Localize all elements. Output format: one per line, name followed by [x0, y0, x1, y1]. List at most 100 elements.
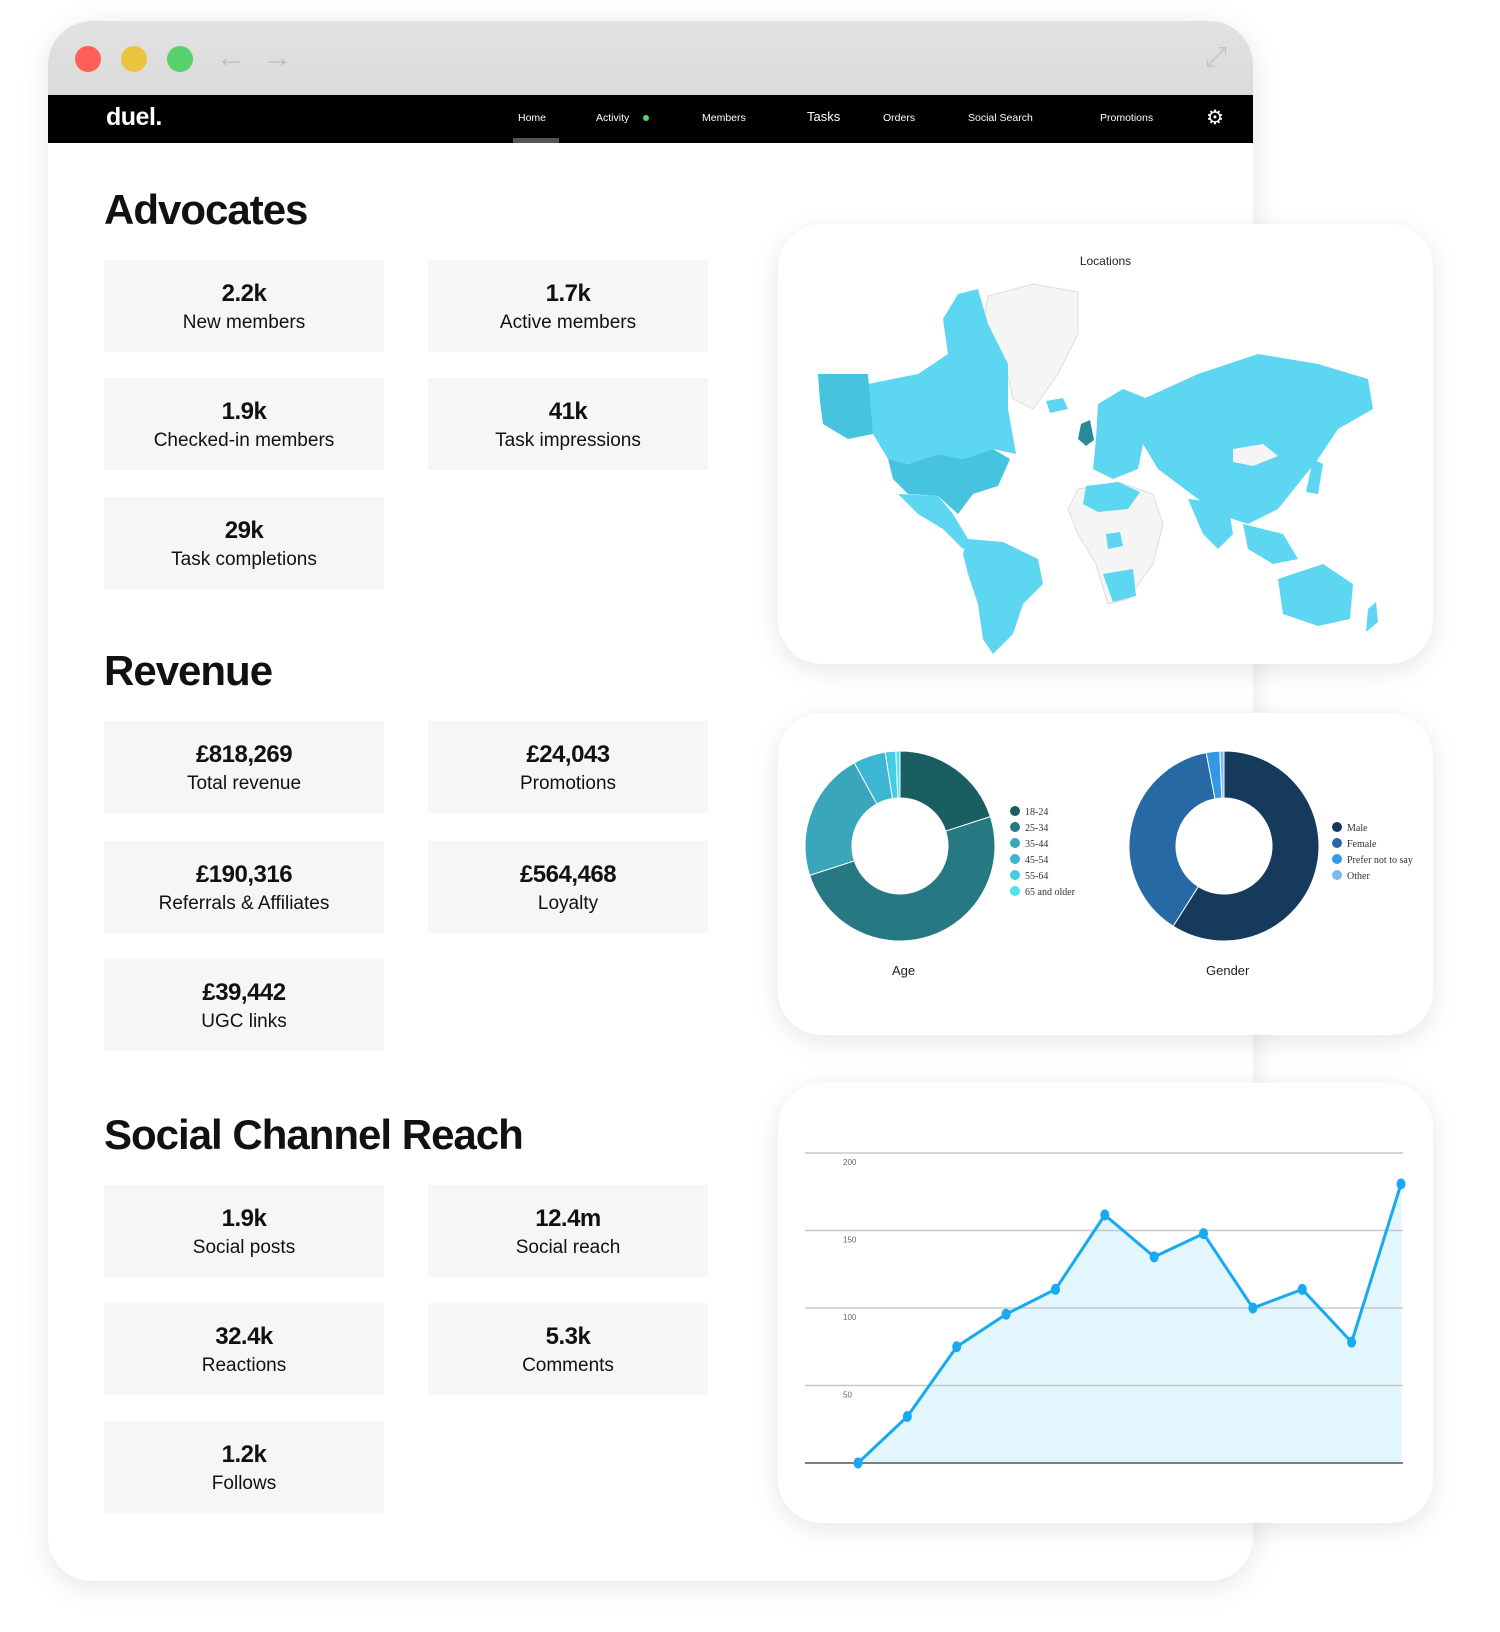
stat-label: New members: [182, 312, 306, 333]
legend-label: 18-24: [1025, 807, 1049, 818]
stat-label: Task impressions: [495, 430, 641, 451]
legend-label: Female: [1347, 839, 1377, 850]
stat-value: 32.4k: [215, 1323, 273, 1350]
legend-label: 35-44: [1025, 839, 1049, 850]
title-bar: ← → ⤢: [48, 21, 1253, 95]
stat-card: 32.4k Reactions: [104, 1303, 384, 1395]
stat-card: 5.3k Comments: [428, 1303, 708, 1395]
map-region-south-america: [963, 539, 1043, 654]
gender-legend: Male Female Prefer not to say Other: [1332, 821, 1413, 885]
stat-label: Loyalty: [537, 893, 599, 914]
maximize-window-button[interactable]: [167, 46, 193, 72]
stat-value: £190,316: [195, 861, 293, 888]
legend-item: 25-34: [1010, 821, 1075, 837]
duel-logo[interactable]: duel.: [106, 103, 162, 132]
gender-chart-title: Gender: [1206, 963, 1250, 978]
stat-label: Follows: [211, 1473, 277, 1494]
stat-card: £818,269 Total revenue: [104, 721, 384, 813]
minimize-window-button[interactable]: [121, 46, 147, 72]
legend-label: 45-54: [1025, 855, 1049, 866]
world-map[interactable]: [778, 224, 1433, 664]
legend-swatch-65-older: [1010, 886, 1020, 896]
legend-swatch-55-64: [1010, 870, 1020, 880]
data-point[interactable]: [1396, 1178, 1406, 1190]
close-window-button[interactable]: [75, 46, 101, 72]
forward-arrow-icon[interactable]: →: [262, 41, 292, 75]
legend-label: 55-64: [1025, 871, 1049, 882]
stat-label: Referrals & Affiliates: [158, 893, 330, 914]
map-region-asia: [1143, 354, 1373, 524]
stat-value: 1.2k: [221, 1441, 267, 1468]
nav-home[interactable]: Home: [518, 112, 546, 124]
stat-label: UGC links: [201, 1011, 287, 1032]
map-region-se-asia: [1243, 524, 1298, 564]
legend-label: Prefer not to say: [1347, 855, 1413, 866]
settings-gear-icon[interactable]: ⚙: [1206, 105, 1224, 130]
data-point[interactable]: [1297, 1283, 1307, 1295]
data-point[interactable]: [853, 1457, 863, 1469]
legend-item: Other: [1332, 869, 1413, 885]
stat-label: Task completions: [171, 549, 317, 570]
data-point[interactable]: [1199, 1228, 1209, 1240]
legend-item: 55-64: [1010, 869, 1075, 885]
map-region-new-zealand: [1366, 602, 1378, 632]
legend-swatch-25-34: [1010, 822, 1020, 832]
nav-activity-label: Activity: [596, 112, 630, 124]
stat-card: 12.4m Social reach: [428, 1185, 708, 1277]
stat-card: 2.2k New members: [104, 260, 384, 352]
nav-social-search[interactable]: Social Search: [968, 112, 1033, 124]
legend-item: Male: [1332, 821, 1413, 837]
data-point[interactable]: [1001, 1308, 1011, 1320]
data-point[interactable]: [1100, 1209, 1110, 1221]
stat-card: £39,442 UGC links: [104, 959, 384, 1051]
gender-donut-chart[interactable]: [1124, 746, 1324, 946]
stat-card: 41k Task impressions: [428, 378, 708, 470]
reach-chart-panel: 50 100 150 200: [778, 1083, 1433, 1523]
nav-tasks[interactable]: Tasks: [807, 109, 840, 124]
legend-label: Other: [1347, 871, 1370, 882]
data-point[interactable]: [1347, 1336, 1357, 1348]
stat-label: Total revenue: [186, 773, 302, 794]
back-arrow-icon[interactable]: ←: [216, 41, 246, 75]
data-point[interactable]: [1248, 1302, 1258, 1314]
section-title-social-channel-reach: Social Channel Reach: [104, 1111, 524, 1158]
legend-swatch-male: [1332, 822, 1342, 832]
data-point[interactable]: [1050, 1283, 1060, 1295]
nav-activity[interactable]: Activity: [596, 112, 650, 124]
nav-members[interactable]: Members: [702, 112, 746, 124]
stat-value: 1.9k: [221, 1205, 267, 1232]
data-point[interactable]: [1149, 1251, 1159, 1263]
y-tick-label: 50: [843, 1391, 852, 1400]
stat-value: 29k: [224, 517, 264, 544]
donut-slice-18-24[interactable]: [899, 750, 991, 832]
map-region-alaska: [818, 374, 873, 439]
legend-swatch-18-24: [1010, 806, 1020, 816]
data-point[interactable]: [902, 1411, 912, 1422]
stat-card: 29k Task completions: [104, 497, 384, 589]
reach-area-chart[interactable]: 50 100 150 200: [778, 1083, 1433, 1523]
map-region-nigeria: [1106, 532, 1123, 549]
stat-value: 1.9k: [221, 398, 267, 425]
y-tick-label: 100: [843, 1313, 857, 1322]
activity-status-dot: [643, 115, 650, 122]
stat-card: 1.9k Social posts: [104, 1185, 384, 1277]
data-point[interactable]: [952, 1341, 962, 1353]
legend-item: Prefer not to say: [1332, 853, 1413, 869]
stat-value: 1.7k: [545, 280, 591, 307]
stat-value: 2.2k: [221, 280, 267, 307]
expand-icon[interactable]: ⤢: [1205, 41, 1227, 74]
age-donut-chart[interactable]: [800, 746, 1000, 946]
stat-label: Social posts: [192, 1237, 296, 1258]
legend-label: 65 and older: [1025, 887, 1075, 898]
area-fill: [858, 1184, 1401, 1463]
stat-label: Active members: [499, 312, 637, 333]
nav-orders[interactable]: Orders: [883, 112, 915, 124]
stat-value: £818,269: [195, 741, 293, 768]
stat-value: 12.4m: [535, 1205, 601, 1232]
legend-swatch-other: [1332, 870, 1342, 880]
y-tick-label: 150: [843, 1236, 857, 1245]
map-region-uk: [1078, 420, 1094, 446]
nav-promotions[interactable]: Promotions: [1100, 112, 1153, 124]
locations-map-panel: Locations: [778, 224, 1433, 664]
stat-card: £24,043 Promotions: [428, 721, 708, 813]
